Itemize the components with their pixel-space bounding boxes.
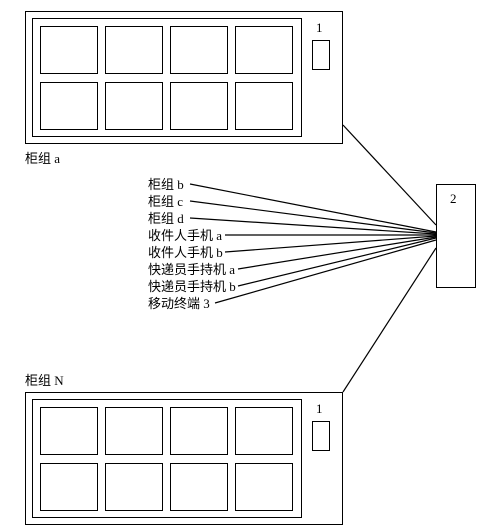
cabinet-n-locker	[40, 407, 98, 455]
cabinet-n-locker	[170, 407, 228, 455]
mid-label-1: 柜组 c	[148, 195, 183, 208]
cabinet-a-label: 柜组 a	[25, 152, 60, 165]
cabinet-n-tag: 1	[316, 402, 323, 415]
diagram-stage: 1 柜组 a 柜组 N 1 2 柜组 b 柜组 c 柜组 d 收件人手机 a 收…	[0, 0, 502, 531]
cabinet-n-locker	[170, 463, 228, 511]
cabinet-a-terminal	[312, 40, 330, 70]
cabinet-n-locker	[105, 407, 163, 455]
cabinet-a-locker	[40, 26, 98, 74]
mid-label-0: 柜组 b	[148, 178, 184, 191]
cabinet-a-locker	[235, 26, 293, 74]
mid-label-5: 快递员手持机 a	[148, 263, 235, 276]
cabinet-a-locker	[105, 26, 163, 74]
cabinet-n-locker	[235, 463, 293, 511]
mid-label-7: 移动终端 3	[148, 297, 210, 310]
mid-label-4: 收件人手机 b	[148, 246, 223, 259]
cabinet-n-locker	[105, 463, 163, 511]
cabinet-n-label: 柜组 N	[25, 374, 64, 387]
cabinet-n-locker	[40, 463, 98, 511]
cabinet-a-locker	[170, 26, 228, 74]
mid-label-2: 柜组 d	[148, 212, 184, 225]
server-tag: 2	[450, 192, 457, 205]
mid-label-6: 快递员手持机 b	[148, 280, 236, 293]
mid-label-3: 收件人手机 a	[148, 229, 222, 242]
cabinet-a-locker	[170, 82, 228, 130]
cabinet-a-locker	[235, 82, 293, 130]
cabinet-a-tag: 1	[316, 21, 323, 34]
cabinet-n-locker	[235, 407, 293, 455]
cabinet-n-terminal	[312, 421, 330, 451]
cabinet-a-locker	[40, 82, 98, 130]
cabinet-a-locker	[105, 82, 163, 130]
